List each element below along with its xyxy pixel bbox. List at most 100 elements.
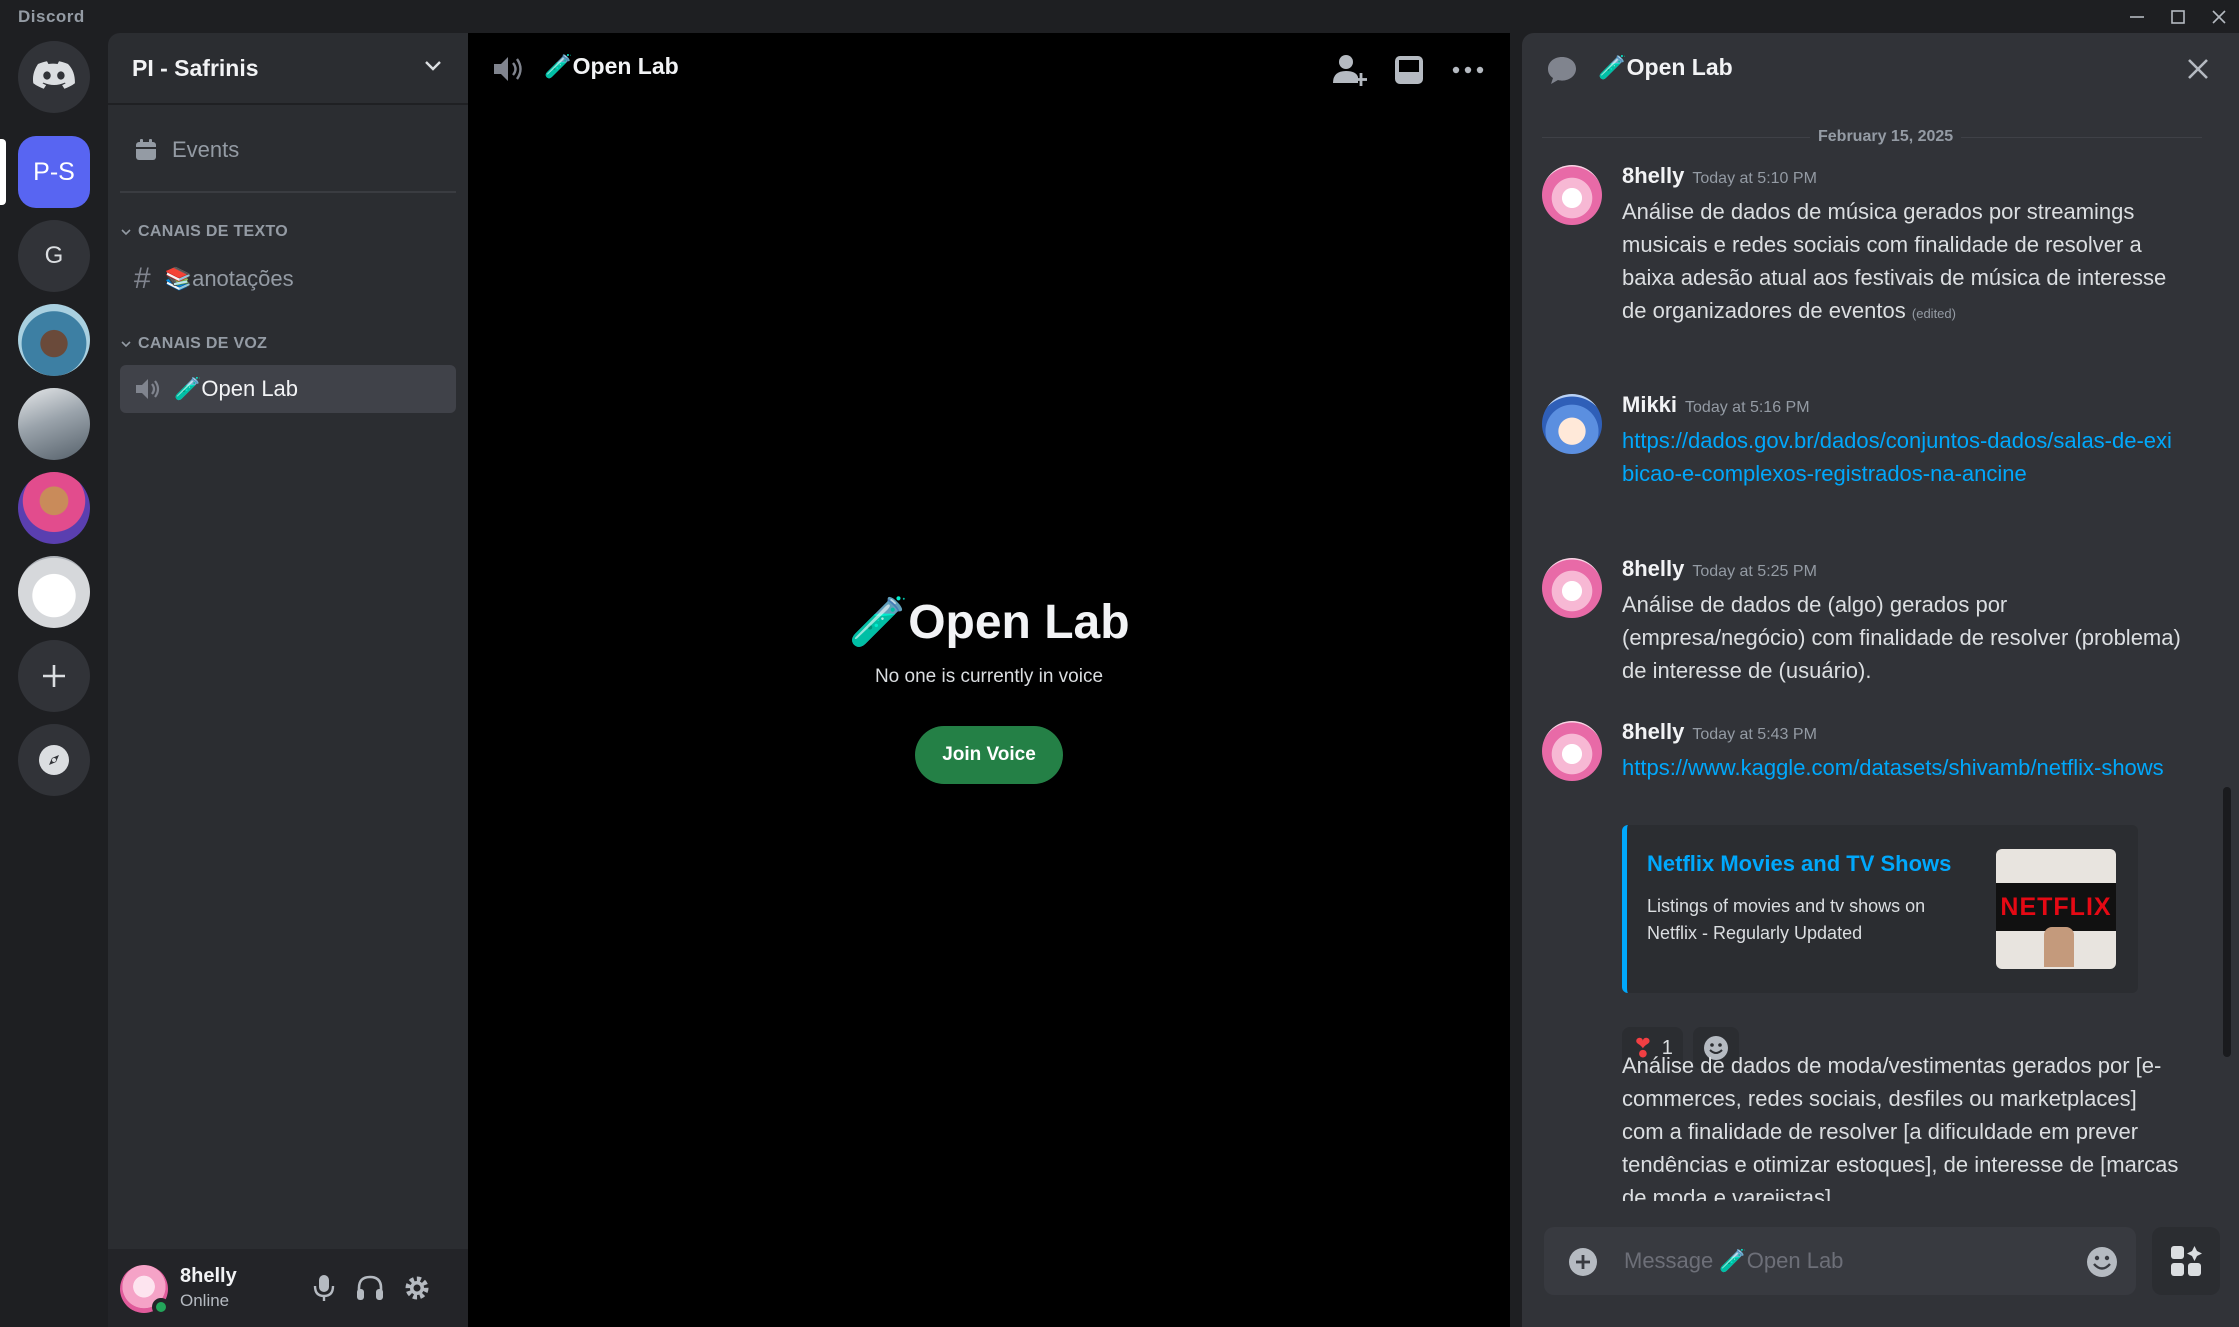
message-body: https://www.kaggle.com/datasets/shivamb/… xyxy=(1622,751,2182,784)
message-header: Mikki Today at 5:16 PM xyxy=(1622,392,1810,418)
app-title: Discord xyxy=(18,7,85,26)
invite-button[interactable] xyxy=(1330,51,1370,89)
voice-header: 🧪Open Lab xyxy=(468,33,1510,105)
chat-header: 🧪Open Lab xyxy=(1522,33,2239,105)
speaker-icon xyxy=(136,379,160,399)
divider xyxy=(120,191,456,193)
events-label: Events xyxy=(172,137,240,162)
category-label: CANAIS DE TEXTO xyxy=(138,223,288,240)
message-author[interactable]: 8helly xyxy=(1622,163,1684,188)
deafen-button[interactable] xyxy=(351,1269,389,1307)
events-item[interactable]: Events xyxy=(120,126,456,174)
thumbnail-logo-text: NETFLIX xyxy=(2000,893,2112,921)
voice-empty-state: 🧪Open Lab No one is currently in voice J… xyxy=(468,593,1510,784)
chat-panel: 🧪Open Lab February 15, 2025 8helly Today … xyxy=(1522,33,2239,1327)
server-grey[interactable] xyxy=(18,388,90,460)
compass-icon xyxy=(39,745,69,775)
text-category[interactable]: CANAIS DE TEXTO xyxy=(120,223,288,241)
message-link[interactable]: https://www.kaggle.com/datasets/shivamb/… xyxy=(1622,755,2164,780)
voice-channel-view: 🧪Open Lab 🧪Open Lab No one is currently … xyxy=(468,33,1510,1327)
server-shirt[interactable] xyxy=(18,556,90,628)
explore-servers-button[interactable] xyxy=(18,724,90,796)
username[interactable]: 8helly xyxy=(180,1265,237,1288)
channel-label: 🧪Open Lab xyxy=(174,376,299,401)
message-composer xyxy=(1544,1227,2136,1295)
add-person-icon xyxy=(1333,55,1367,86)
channel-label: 📚anotações xyxy=(164,266,294,291)
message-timestamp: Today at 5:25 PM xyxy=(1692,563,1817,580)
message-body: Análise de dados de música gerados por s… xyxy=(1622,195,2182,330)
chat-panel-icon xyxy=(1395,56,1423,84)
chat-bubble-icon xyxy=(1548,57,1576,84)
message-author[interactable]: 8helly xyxy=(1622,556,1684,581)
apps-button[interactable] xyxy=(2152,1227,2220,1295)
server-pi-safrinis[interactable]: P-S xyxy=(18,136,90,208)
embed-thumbnail[interactable]: NETFLIX xyxy=(1996,849,2116,969)
server-g[interactable]: G xyxy=(18,220,90,292)
voice-empty-subtitle: No one is currently in voice xyxy=(874,666,1104,687)
avatar[interactable] xyxy=(1542,721,1602,781)
online-status-dot xyxy=(152,1298,170,1316)
message-body: https://dados.gov.br/dados/conjuntos-dad… xyxy=(1622,424,2182,490)
headphones-icon xyxy=(357,1275,383,1300)
server-header[interactable]: PI - Safrinis xyxy=(108,33,468,105)
edited-marker: (edited) xyxy=(1911,306,1956,321)
mute-button[interactable] xyxy=(305,1269,343,1307)
more-options-button[interactable] xyxy=(1448,51,1488,89)
join-voice-button[interactable]: Join Voice xyxy=(915,726,1063,784)
channel-anotacoes[interactable]: # 📚anotações xyxy=(120,255,456,303)
server-books[interactable] xyxy=(18,304,90,376)
channel-open-lab[interactable]: 🧪Open Lab xyxy=(120,365,456,413)
message-timestamp: Today at 5:16 PM xyxy=(1685,399,1810,416)
server-fnaf[interactable] xyxy=(18,472,90,544)
microphone-icon xyxy=(313,1275,335,1301)
message-body: Análise de dados de (algo) gerados por (… xyxy=(1622,588,2182,687)
plus-icon xyxy=(43,665,65,687)
message-text: Análise de dados de música gerados por s… xyxy=(1622,199,2167,323)
server-initials: P-S xyxy=(33,157,75,186)
ellipsis-icon xyxy=(1452,66,1484,74)
user-settings-button[interactable] xyxy=(398,1269,436,1307)
message-header: 8helly Today at 5:10 PM xyxy=(1622,163,1817,189)
hash-icon: # xyxy=(134,262,151,295)
active-server-indicator xyxy=(0,139,6,205)
category-label: CANAIS DE VOZ xyxy=(138,335,268,352)
attach-plus-icon[interactable] xyxy=(1568,1247,1598,1277)
message-text: Análise de dados de moda/vestimentas ger… xyxy=(1622,1053,2179,1201)
message-header: 8helly Today at 5:43 PM xyxy=(1622,719,1817,745)
message-timestamp: Today at 5:10 PM xyxy=(1692,170,1817,187)
server-initials: G xyxy=(44,242,64,269)
message-author[interactable]: Mikki xyxy=(1622,392,1677,417)
server-rail: P-S G xyxy=(0,33,108,1327)
link-embed: Netflix Movies and TV Shows Listings of … xyxy=(1622,825,2138,993)
date-separator-label: February 15, 2025 xyxy=(1810,128,1962,146)
channel-sidebar: PI - Safrinis Events CANAIS DE TEXTO # 📚… xyxy=(108,33,468,1327)
avatar[interactable] xyxy=(1542,165,1602,225)
add-server-button[interactable] xyxy=(18,640,90,712)
server-name: PI - Safrinis xyxy=(132,54,259,81)
chat-title: 🧪Open Lab xyxy=(1598,54,1733,80)
chat-scrollbar[interactable] xyxy=(2223,787,2231,1057)
date-separator: February 15, 2025 xyxy=(1542,128,2202,148)
apps-icon xyxy=(2171,1246,2202,1276)
voice-category[interactable]: CANAIS DE VOZ xyxy=(120,335,267,353)
message-author[interactable]: 8helly xyxy=(1622,719,1684,744)
user-panel: 8helly Online xyxy=(108,1249,468,1327)
message-link[interactable]: https://dados.gov.br/dados/conjuntos-dad… xyxy=(1622,428,2172,486)
embed-description: Listings of movies and tv shows on Netfl… xyxy=(1647,896,1926,943)
close-window-icon[interactable] xyxy=(2194,0,2239,33)
emoji-picker-icon[interactable] xyxy=(2086,1246,2118,1278)
voice-channel-title: 🧪Open Lab xyxy=(544,53,679,79)
embed-title[interactable]: Netflix Movies and TV Shows xyxy=(1647,851,1951,877)
avatar[interactable] xyxy=(1542,558,1602,618)
chat-message-continuation: Análise de dados de moda/vestimentas ger… xyxy=(1622,1049,2182,1201)
hide-chat-button[interactable] xyxy=(1389,51,1429,89)
direct-messages-button[interactable] xyxy=(18,41,90,113)
gear-icon xyxy=(405,1276,429,1300)
close-icon[interactable] xyxy=(2186,57,2210,81)
avatar[interactable] xyxy=(1542,394,1602,454)
message-header: 8helly Today at 5:25 PM xyxy=(1622,556,1817,582)
message-input[interactable] xyxy=(1624,1245,2044,1277)
thumbnail-hand xyxy=(2044,927,2074,967)
speaker-icon xyxy=(494,57,522,81)
